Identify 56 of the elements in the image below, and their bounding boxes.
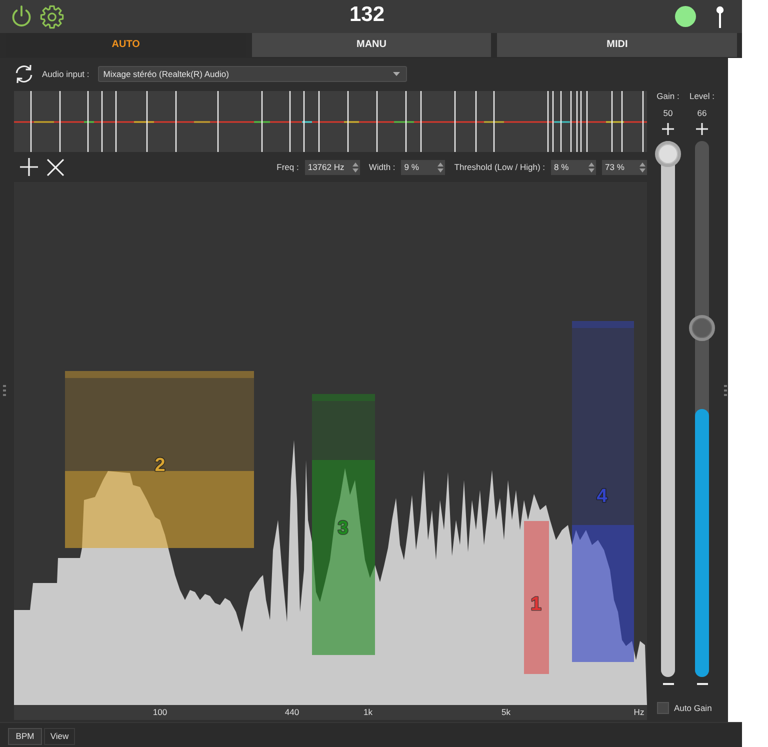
audio-input-dropdown[interactable]: Mixage stéréo (Realtek(R) Audio) [98, 66, 408, 82]
spinner-icon[interactable] [436, 160, 446, 174]
checkbox-label: Auto Gain [674, 703, 712, 714]
axis-label: 440 [284, 707, 300, 718]
field-label: Threshold (Low / High) : [454, 162, 545, 172]
slider-thumb[interactable] [689, 314, 715, 341]
tab[interactable]: View [44, 728, 75, 745]
level-slider[interactable] [689, 141, 715, 678]
checkbox[interactable] [657, 702, 669, 714]
settings-icon[interactable] [40, 4, 64, 28]
band-number: 2 [154, 455, 166, 476]
caret-icon [393, 72, 400, 76]
slider-label: Level : [689, 91, 715, 102]
grip-icon[interactable] [724, 384, 727, 396]
slider-value: 50 [663, 108, 673, 118]
plus-icon[interactable] [662, 123, 674, 136]
number-field[interactable]: 8 % [551, 160, 587, 174]
band-number: 1 [530, 594, 542, 615]
field-label: Width : [368, 162, 396, 172]
spinner-icon[interactable] [350, 160, 360, 174]
number-field[interactable]: 73 % [602, 160, 638, 174]
band-marker[interactable] [312, 394, 375, 655]
minus-icon[interactable] [662, 683, 674, 686]
audio-input-label: Audio input : [42, 68, 90, 80]
power-icon[interactable] [10, 5, 33, 28]
band-marker[interactable] [65, 371, 254, 548]
number-field[interactable]: 13762 Hz [304, 160, 351, 174]
close-icon [47, 158, 64, 176]
pin-icon[interactable] [716, 6, 724, 28]
band-marker[interactable] [524, 521, 549, 674]
band-number: 3 [338, 518, 348, 539]
axis-label: 1k [364, 707, 372, 718]
tab[interactable]: BPM [8, 728, 42, 745]
slider-label: Gain : [656, 91, 680, 102]
minus-icon[interactable] [696, 683, 708, 686]
tab[interactable]: MIDI [497, 33, 738, 57]
spinner-icon[interactable] [587, 160, 596, 174]
gain-slider[interactable] [655, 141, 681, 678]
grip-icon[interactable] [3, 384, 6, 396]
band-marker[interactable] [572, 321, 634, 662]
axis-label: 100 [152, 707, 168, 718]
add-band-button[interactable] [20, 158, 38, 176]
field-label: Freq : [276, 162, 299, 172]
refresh-icon[interactable] [14, 64, 34, 84]
tab[interactable]: MANU [252, 33, 492, 57]
band-number: 4 [596, 486, 608, 507]
number-field[interactable]: 9 % [401, 160, 436, 174]
plus-icon[interactable] [696, 123, 708, 136]
bpm-value: 132 [349, 3, 385, 26]
slider-value: 66 [697, 108, 707, 118]
axis-label: 5k [502, 707, 510, 718]
spinner-icon[interactable] [638, 160, 647, 174]
axis-label: Hz [634, 707, 644, 718]
remove-band-button[interactable] [47, 158, 64, 176]
slider-thumb[interactable] [655, 141, 681, 168]
plus-icon [20, 158, 38, 176]
